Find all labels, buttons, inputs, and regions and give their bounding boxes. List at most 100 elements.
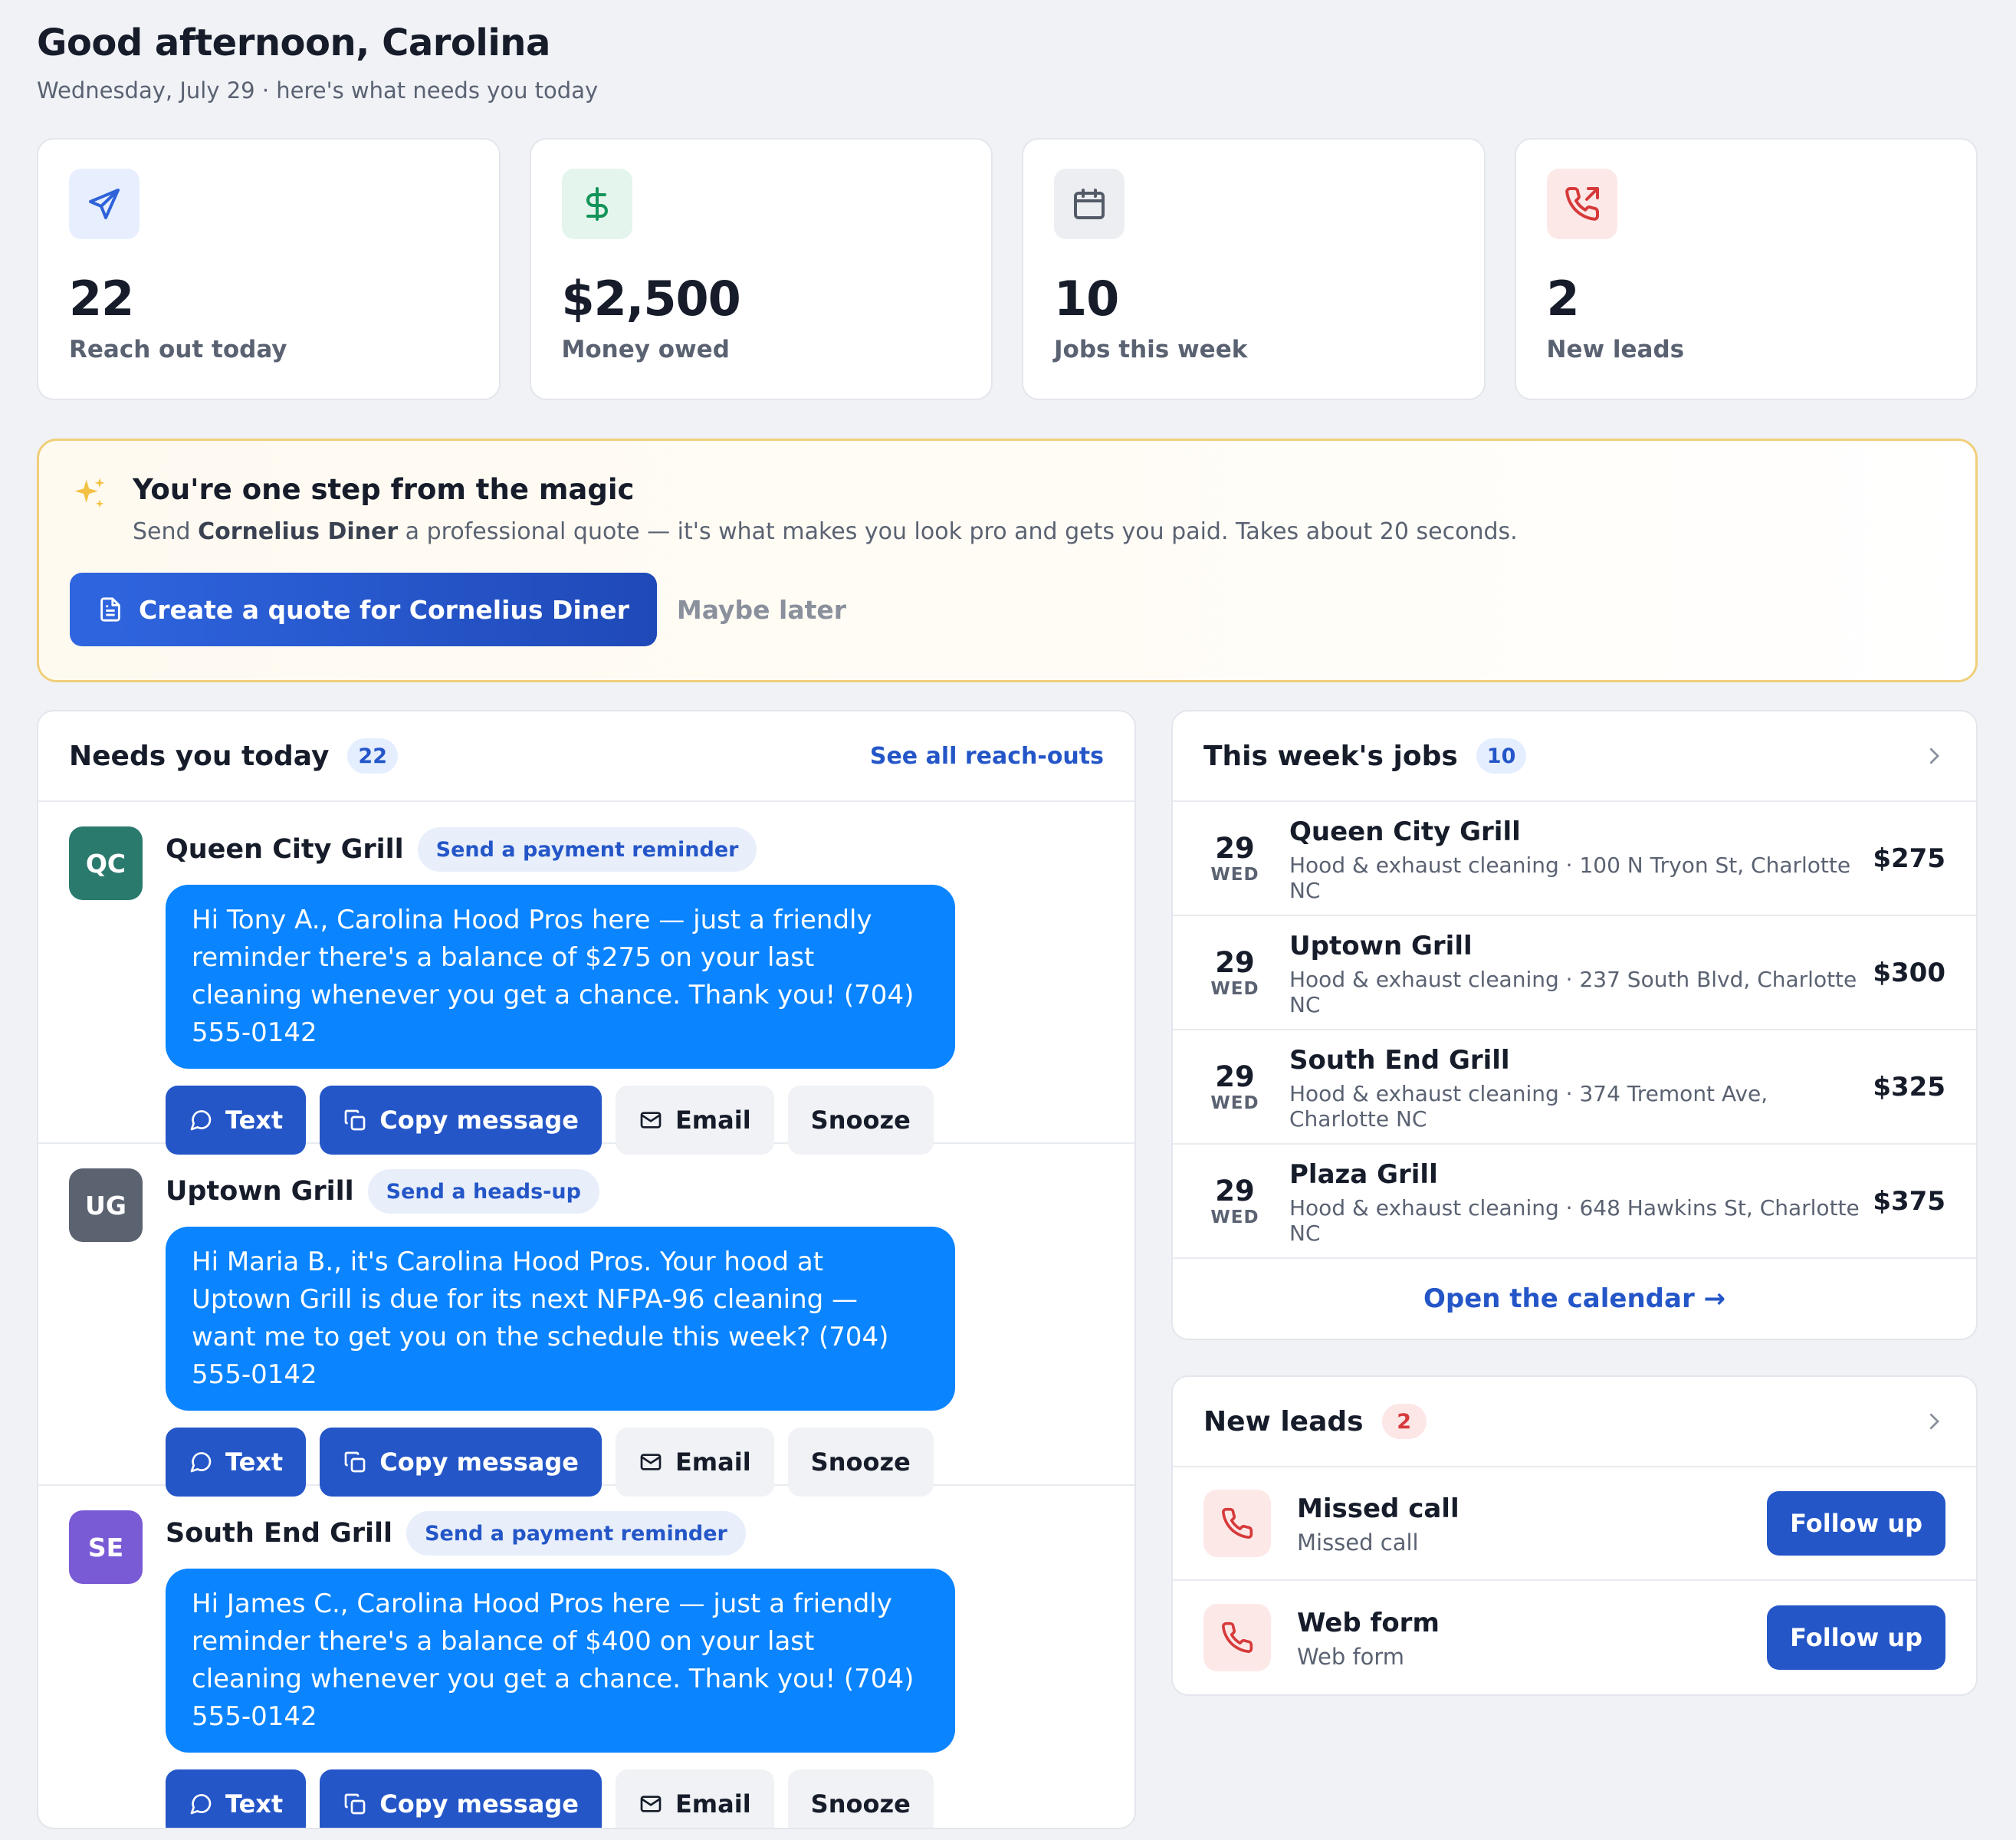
text-button[interactable]: Text xyxy=(166,1086,307,1155)
stat-card-jobs-week[interactable]: 10 Jobs this week xyxy=(1022,138,1486,400)
stat-label: New leads xyxy=(1546,336,1685,363)
stat-label: Money owed xyxy=(561,336,730,363)
see-all-link[interactable]: See all reach-outs xyxy=(870,743,1104,770)
needs-today-panel: Needs you today 22 See all reach-outs QC… xyxy=(37,710,1136,1829)
action-tag: Send a payment reminder xyxy=(417,827,757,872)
chevron-right-icon[interactable] xyxy=(1922,744,1945,767)
job-day: 29 xyxy=(1215,831,1255,865)
job-weekday: WED xyxy=(1210,1207,1259,1227)
mail-icon xyxy=(640,1454,662,1470)
job-weekday: WED xyxy=(1210,864,1259,885)
stat-label: Jobs this week xyxy=(1054,336,1248,363)
job-name: Queen City Grill xyxy=(1289,816,1521,847)
reach-item: SE South End Grill Send a payment remind… xyxy=(38,1486,1134,1828)
jobs-header[interactable]: This week's jobs 10 xyxy=(1173,711,1976,802)
lead-row: Missed call Missed call Follow up xyxy=(1173,1467,1976,1581)
email-button[interactable]: Email xyxy=(615,1086,774,1155)
reach-name: South End Grill xyxy=(166,1518,393,1549)
avatar: SE xyxy=(69,1510,143,1584)
stat-card-money-owed[interactable]: $2,500 Money owed xyxy=(529,138,993,400)
job-amount: $375 xyxy=(1873,1185,1945,1217)
text-button[interactable]: Text xyxy=(166,1428,307,1497)
stat-value: 22 xyxy=(69,271,134,327)
job-amount: $275 xyxy=(1873,843,1945,874)
open-calendar-link[interactable]: Open the calendar → xyxy=(1173,1259,1976,1339)
lead-row: Web form Web form Follow up xyxy=(1173,1581,1976,1694)
sparkle-icon xyxy=(74,478,105,508)
quote-banner: You're one step from the magic Send Corn… xyxy=(37,439,1978,682)
phone-outgoing-icon xyxy=(1546,169,1617,239)
panel-title: This week's jobs xyxy=(1203,740,1458,772)
copy-message-button[interactable]: Copy message xyxy=(320,1086,602,1155)
job-amount: $325 xyxy=(1873,1071,1945,1102)
leads-header[interactable]: New leads 2 xyxy=(1173,1377,1976,1467)
stat-value: $2,500 xyxy=(561,271,741,327)
message-icon xyxy=(190,1794,212,1815)
job-row[interactable]: 29 WED Queen City Grill Hood & exhaust cle… xyxy=(1173,802,1976,916)
copy-message-button[interactable]: Copy message xyxy=(320,1428,602,1497)
panel-title: Needs you today xyxy=(69,740,330,772)
copy-icon xyxy=(344,1109,366,1131)
action-tag: Send a payment reminder xyxy=(406,1511,746,1556)
lead-title: Web form xyxy=(1297,1608,1440,1638)
job-desc: Hood & exhaust cleaning · 648 Hawkins St… xyxy=(1289,1194,1860,1246)
message-bubble: Hi James C., Carolina Hood Pros here — j… xyxy=(166,1569,955,1753)
follow-up-button[interactable]: Follow up xyxy=(1767,1605,1945,1670)
phone-icon xyxy=(1203,1604,1271,1671)
chevron-right-icon[interactable] xyxy=(1922,1410,1945,1433)
job-weekday: WED xyxy=(1210,978,1259,999)
snooze-button[interactable]: Snooze xyxy=(787,1769,934,1828)
snooze-button[interactable]: Snooze xyxy=(787,1428,934,1497)
message-icon xyxy=(190,1452,212,1473)
copy-message-button[interactable]: Copy message xyxy=(320,1769,602,1828)
job-row[interactable]: 29 WED Plaza Grill Hood & exhaust cleaning… xyxy=(1173,1145,1976,1259)
send-icon xyxy=(69,169,140,239)
job-amount: $300 xyxy=(1873,957,1945,988)
count-badge: 22 xyxy=(347,738,398,774)
reach-item: UG Uptown Grill Send a heads-up Hi Maria… xyxy=(38,1144,1134,1497)
reach-name: Uptown Grill xyxy=(166,1176,354,1207)
dollar-icon xyxy=(561,169,632,239)
stat-card-new-leads[interactable]: 2 New leads xyxy=(1514,138,1978,400)
avatar: QC xyxy=(69,826,143,900)
leads-panel: New leads 2 Missed call Missed call Follo… xyxy=(1171,1375,1978,1696)
stat-card-reach-out[interactable]: 22 Reach out today xyxy=(37,138,501,400)
count-badge: 10 xyxy=(1476,738,1527,774)
banner-actions: Create a quote for Cornelius Diner Maybe… xyxy=(70,573,1945,646)
email-button[interactable]: Email xyxy=(615,1428,774,1497)
needs-today-header: Needs you today 22 See all reach-outs xyxy=(38,711,1134,802)
maybe-later-button[interactable]: Maybe later xyxy=(677,595,846,625)
phone-icon xyxy=(1203,1490,1271,1557)
copy-icon xyxy=(344,1451,366,1473)
jobs-panel: This week's jobs 10 29 WED Queen City Gri… xyxy=(1171,710,1978,1340)
banner-title: You're one step from the magic xyxy=(133,473,635,506)
document-icon xyxy=(100,597,120,622)
stat-value: 10 xyxy=(1054,271,1119,327)
job-desc: Hood & exhaust cleaning · 374 Tremont Av… xyxy=(1289,1080,1768,1132)
create-quote-button[interactable]: Create a quote for Cornelius Diner xyxy=(70,573,657,646)
stats-row: 22 Reach out today $2,500 Money owed 10 … xyxy=(37,138,1978,400)
calendar-icon xyxy=(1054,169,1125,239)
job-day: 29 xyxy=(1215,1060,1255,1093)
reach-name: Queen City Grill xyxy=(166,834,404,865)
job-day: 29 xyxy=(1215,1174,1255,1208)
message-bubble: Hi Maria B., it's Carolina Hood Pros. Yo… xyxy=(166,1227,955,1411)
lead-subtitle: Web form xyxy=(1297,1644,1405,1670)
job-row[interactable]: 29 WED Uptown Grill Hood & exhaust cleanin… xyxy=(1173,916,1976,1030)
mail-icon xyxy=(640,1796,662,1812)
snooze-button[interactable]: Snooze xyxy=(787,1086,934,1155)
job-desc: Hood & exhaust cleaning · 100 N Tryon St… xyxy=(1289,852,1851,903)
stat-value: 2 xyxy=(1546,271,1580,327)
lead-subtitle: Missed call xyxy=(1297,1530,1419,1556)
job-row[interactable]: 29 WED South End Grill Hood & exhaust clea… xyxy=(1173,1030,1976,1145)
greeting-title: Good afternoon, Carolina xyxy=(37,21,550,64)
email-button[interactable]: Email xyxy=(615,1769,774,1828)
lead-title: Missed call xyxy=(1297,1493,1459,1524)
text-button[interactable]: Text xyxy=(166,1769,307,1828)
job-name: Plaza Grill xyxy=(1289,1158,1438,1190)
reach-item: QC Queen City Grill Send a payment remin… xyxy=(38,802,1134,1155)
reach-actions: Text Copy message Email Snooze xyxy=(166,1769,955,1828)
job-name: Uptown Grill xyxy=(1289,930,1473,961)
message-bubble: Hi Tony A., Carolina Hood Pros here — ju… xyxy=(166,885,955,1069)
follow-up-button[interactable]: Follow up xyxy=(1767,1491,1945,1556)
